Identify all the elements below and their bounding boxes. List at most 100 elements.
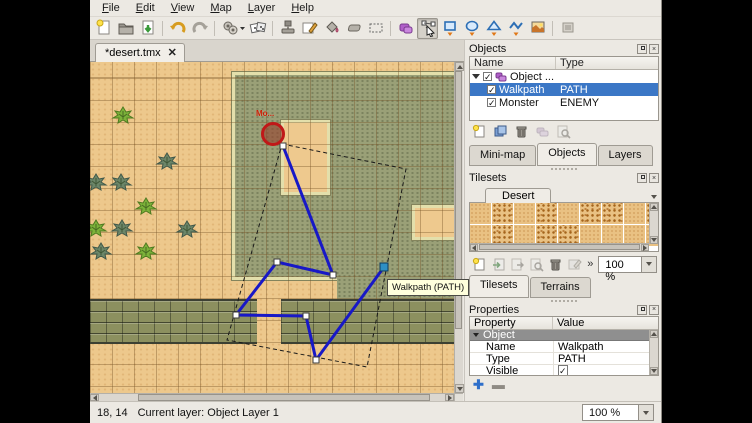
insert-polygon-icon[interactable] <box>483 18 504 39</box>
remove-property-button[interactable]: ▬ <box>492 380 505 390</box>
scroll-down-icon[interactable] <box>650 236 658 244</box>
scroll-down-icon[interactable] <box>455 384 464 393</box>
close-dock-icon[interactable]: × <box>649 305 659 315</box>
random-mode-icon[interactable] <box>247 18 268 39</box>
new-tileset-icon[interactable] <box>471 256 487 273</box>
tileset-tile-speck[interactable] <box>602 203 623 224</box>
column-name[interactable]: Name <box>470 57 556 69</box>
visibility-checkbox[interactable]: ✓ <box>487 85 496 94</box>
column-value[interactable]: Value <box>553 317 658 329</box>
close-dock-icon[interactable]: × <box>649 44 659 54</box>
delete-object-icon[interactable] <box>513 123 530 140</box>
rect-select-icon[interactable] <box>365 18 386 39</box>
toolbar-overflow-button[interactable]: » <box>585 258 595 270</box>
properties-vscrollbar[interactable] <box>649 330 658 375</box>
edit-polygons-icon[interactable] <box>417 18 438 39</box>
duplicate-object-icon[interactable] <box>492 123 509 140</box>
visibility-checkbox[interactable]: ✓ <box>487 98 496 107</box>
tileset-tab-desert[interactable]: Desert <box>485 188 551 203</box>
map-properties-icon[interactable] <box>557 18 578 39</box>
tileset-tile-speck[interactable] <box>580 203 601 224</box>
scroll-left-icon[interactable] <box>90 394 99 401</box>
export-tileset-icon[interactable] <box>509 256 525 273</box>
scroll-up-icon[interactable] <box>455 62 464 71</box>
tileset-tile-speck[interactable] <box>492 203 513 224</box>
import-tileset-icon[interactable] <box>490 256 506 273</box>
property-type-value[interactable]: PATH <box>553 353 658 365</box>
insert-rectangle-icon[interactable] <box>439 18 460 39</box>
tileset-tile-speck[interactable] <box>536 203 557 224</box>
insert-polyline-icon[interactable] <box>505 18 526 39</box>
canvas-hscrollbar[interactable] <box>90 393 454 401</box>
open-map-icon[interactable] <box>115 18 136 39</box>
map-canvas[interactable]: Mo... <box>90 62 454 393</box>
insert-ellipse-icon[interactable] <box>461 18 482 39</box>
tileset-zoom-combo[interactable]: 100 % <box>598 256 657 273</box>
combo-dropdown-icon[interactable] <box>638 405 653 420</box>
menu-view[interactable]: View <box>163 1 203 15</box>
terrain-brush-icon[interactable] <box>299 18 320 39</box>
tab-mini-map[interactable]: Mini-map <box>469 145 536 166</box>
tab-close-icon[interactable]: ✕ <box>168 49 177 58</box>
commands-icon[interactable] <box>219 18 246 39</box>
property-row-type[interactable]: Type PATH <box>470 353 658 365</box>
bucket-fill-icon[interactable] <box>321 18 342 39</box>
tab-objects[interactable]: Objects <box>537 143 596 166</box>
tileset-tile-sand[interactable] <box>558 203 579 224</box>
scroll-up-icon[interactable] <box>650 203 658 211</box>
object-layer-row[interactable]: ✓ Object ... <box>470 70 658 83</box>
canvas-vscrollbar[interactable] <box>454 62 463 393</box>
vertex-handle[interactable] <box>313 357 319 363</box>
menu-help[interactable]: Help <box>283 1 322 15</box>
object-properties-icon[interactable] <box>555 123 572 140</box>
delete-tileset-icon[interactable] <box>547 256 563 273</box>
visibility-checkbox[interactable]: ✓ <box>483 72 492 81</box>
save-map-icon[interactable] <box>137 18 158 39</box>
tileset-tile-sand[interactable] <box>514 203 535 224</box>
menu-layer[interactable]: Layer <box>240 1 284 15</box>
insert-tile-object-icon[interactable] <box>527 18 548 39</box>
move-object-to-layer-icon[interactable] <box>534 123 551 140</box>
scroll-down-icon[interactable] <box>650 367 658 375</box>
tab-tilesets[interactable]: Tilesets <box>469 275 529 298</box>
tileset-hscrollbar[interactable] <box>470 243 649 251</box>
map-zoom-combo[interactable]: 100 % <box>582 404 654 421</box>
add-object-icon[interactable] <box>471 123 488 140</box>
tileset-list-dropdown-icon[interactable] <box>651 195 657 199</box>
scroll-right-icon[interactable] <box>641 244 649 251</box>
tab-terrains[interactable]: Terrains <box>530 277 591 298</box>
scroll-left-icon[interactable] <box>470 244 478 251</box>
eraser-icon[interactable] <box>343 18 364 39</box>
float-dock-icon[interactable] <box>637 44 647 54</box>
menu-map[interactable]: Map <box>202 1 239 15</box>
menu-edit[interactable]: Edit <box>128 1 163 15</box>
tileset-view[interactable] <box>469 203 659 252</box>
property-row-name[interactable]: Name Walkpath <box>470 341 658 353</box>
combo-dropdown-icon[interactable] <box>641 257 656 272</box>
scroll-right-icon[interactable] <box>445 394 454 401</box>
close-dock-icon[interactable]: × <box>649 173 659 183</box>
column-property[interactable]: Property <box>470 317 553 329</box>
tileset-hscroll-thumb[interactable] <box>479 244 640 250</box>
select-objects-icon[interactable] <box>395 18 416 39</box>
property-name-value[interactable]: Walkpath <box>553 341 658 353</box>
undo-icon[interactable] <box>167 18 188 39</box>
hscroll-thumb[interactable] <box>138 394 430 401</box>
tab-layers[interactable]: Layers <box>598 145 653 166</box>
float-dock-icon[interactable] <box>637 173 647 183</box>
visible-checkbox[interactable]: ✓ <box>558 365 568 377</box>
menu-file[interactable]: File <box>94 1 128 15</box>
tab-desert-tmx[interactable]: *desert.tmx ✕ <box>95 43 185 62</box>
monster-object[interactable] <box>261 122 285 146</box>
float-dock-icon[interactable] <box>637 305 647 315</box>
new-map-icon[interactable] <box>93 18 114 39</box>
column-type[interactable]: Type <box>556 57 658 69</box>
tileset-vscrollbar[interactable] <box>649 203 658 244</box>
property-row-visible[interactable]: Visible ✓ <box>470 365 658 376</box>
scroll-up-icon[interactable] <box>650 330 658 338</box>
property-group-object[interactable]: Object <box>470 330 658 341</box>
tileset-properties-icon[interactable] <box>528 256 544 273</box>
walkpath-row[interactable]: ✓ Walkpath PATH <box>470 83 658 96</box>
edit-terrain-icon[interactable] <box>566 256 582 273</box>
expander-icon[interactable] <box>472 74 480 79</box>
